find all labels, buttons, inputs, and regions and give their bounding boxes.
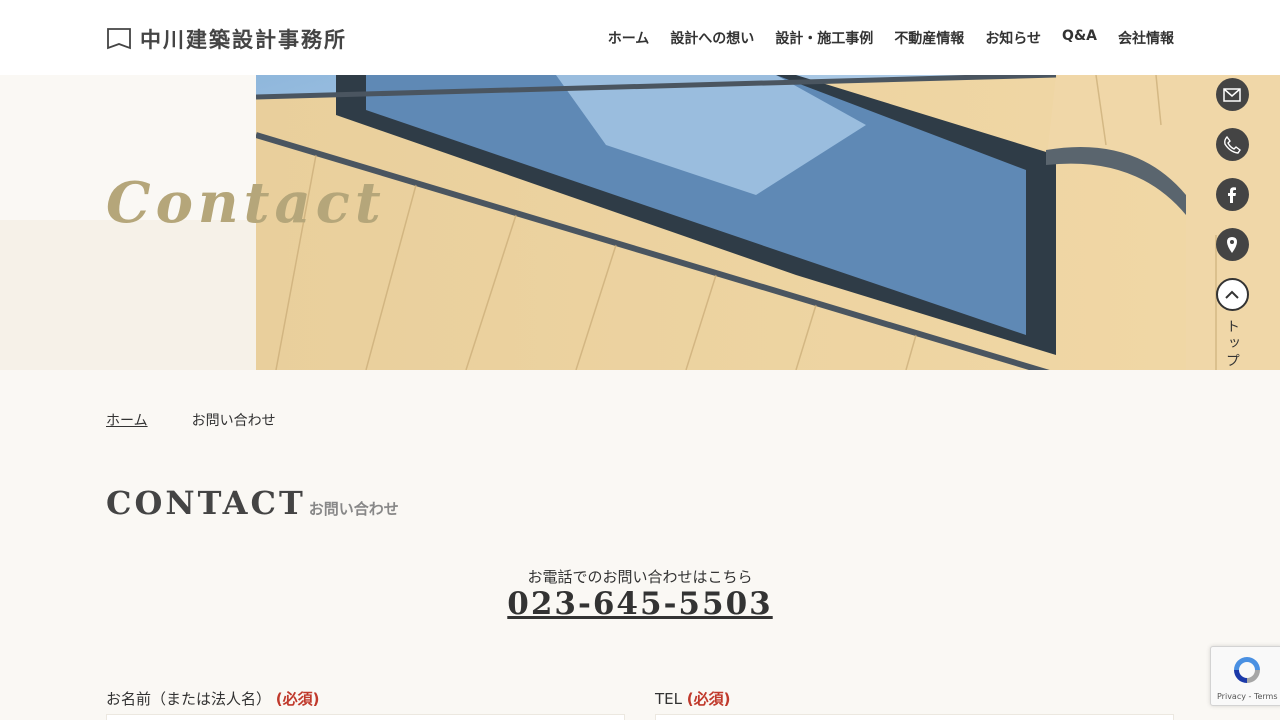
mail-button[interactable] [1215, 78, 1249, 111]
phone-label: お電話でのお問い合わせはこちら [527, 568, 753, 586]
name-label-text: お名前（または法人名） [106, 690, 272, 708]
nav-company[interactable]: 会社情報 [1118, 28, 1174, 48]
nav-philosophy[interactable]: 設計への想い [670, 28, 754, 48]
phone-number-link[interactable]: 023-645-5503 [507, 586, 772, 622]
required-marker: (必須) [275, 690, 320, 708]
name-input[interactable] [106, 714, 625, 720]
nav-home[interactable]: ホーム [608, 28, 650, 48]
recaptcha-icon [1234, 657, 1260, 683]
mail-icon [1223, 87, 1241, 102]
section-title-ja: お問い合わせ [308, 500, 399, 518]
site-logo[interactable]: 中川建築設計事務所 [106, 24, 347, 54]
logo-flag-icon [107, 28, 131, 50]
recaptcha-links[interactable]: Privacy - Terms [1217, 692, 1278, 701]
breadcrumb-home[interactable]: ホーム [106, 410, 148, 430]
site-header: 中川建築設計事務所 ホーム 設計への想い 設計・施工事例 不動産情報 お知らせ … [0, 0, 1280, 75]
name-field-label: お名前（または法人名） (必須) [106, 688, 320, 709]
hero-image [256, 75, 1280, 370]
breadcrumb-current: お問い合わせ [191, 413, 276, 429]
phone-number-wrap: 023-645-5503 [0, 586, 1280, 622]
tel-field-label: TEL (必須) [655, 688, 731, 709]
required-marker: (必須) [686, 690, 731, 708]
hero-title: Contact [106, 170, 386, 236]
section-title-en: CONTACT [106, 484, 306, 522]
map-pin-icon [1227, 236, 1237, 253]
breadcrumb: ホーム お問い合わせ [106, 410, 276, 430]
facebook-icon [1228, 186, 1236, 203]
logo-text: 中川建築設計事務所 [140, 28, 347, 52]
back-to-top-button[interactable] [1215, 278, 1249, 311]
phone-icon [1224, 135, 1241, 154]
nav-qa[interactable]: Q&A [1062, 28, 1097, 48]
phone-button[interactable] [1215, 128, 1249, 161]
facebook-button[interactable] [1215, 178, 1249, 211]
tel-input[interactable] [655, 714, 1174, 720]
map-button[interactable] [1215, 228, 1249, 261]
main-nav: ホーム 設計への想い 設計・施工事例 不動産情報 お知らせ Q&A 会社情報 [608, 28, 1174, 48]
nav-news[interactable]: お知らせ [985, 28, 1041, 48]
nav-realestate[interactable]: 不動産情報 [894, 28, 964, 48]
nav-works[interactable]: 設計・施工事例 [775, 28, 873, 48]
back-to-top-label: トップ [1224, 319, 1240, 370]
section-title: CONTACT お問い合わせ [106, 484, 399, 522]
tel-label-text: TEL [655, 690, 682, 708]
recaptcha-badge[interactable]: Privacy - Terms [1210, 646, 1280, 706]
chevron-up-icon [1225, 290, 1239, 299]
side-shortcuts: トップ [1215, 78, 1249, 370]
